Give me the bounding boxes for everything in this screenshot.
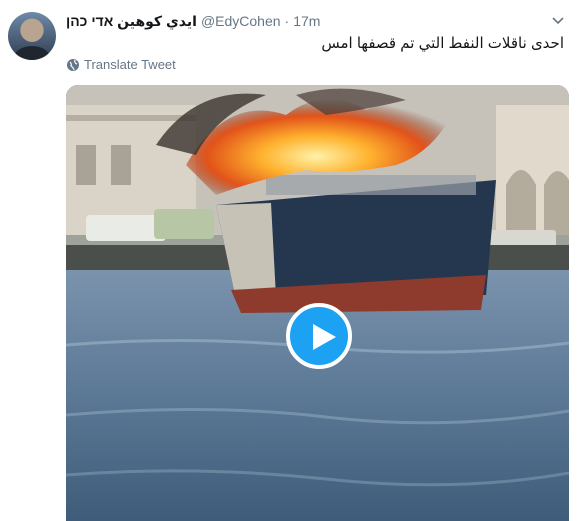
globe-icon	[67, 58, 79, 71]
play-icon	[313, 324, 336, 350]
translate-tweet-link[interactable]: Translate Tweet	[66, 57, 176, 72]
chevron-down-icon[interactable]	[550, 12, 566, 28]
timestamp[interactable]: 17m	[293, 13, 320, 29]
avatar-figure	[14, 46, 50, 60]
video-player[interactable]	[66, 85, 569, 521]
translate-label: Translate Tweet	[84, 57, 176, 72]
display-name[interactable]: ايدي كوهين אדי כהן	[66, 13, 197, 30]
play-button[interactable]	[286, 303, 352, 369]
tweet-text: احدى ناقلات النفط التي تم قصفها امس	[321, 35, 564, 52]
avatar[interactable]	[8, 12, 56, 60]
tweet: ايدي كوهين אדי כהן @EdyCohen · 17m احدى …	[0, 0, 578, 521]
tweet-header: ايدي كوهين אדי כהן @EdyCohen · 17m	[66, 11, 548, 31]
user-handle[interactable]: @EdyCohen	[201, 13, 281, 29]
separator-dot: ·	[284, 13, 290, 29]
